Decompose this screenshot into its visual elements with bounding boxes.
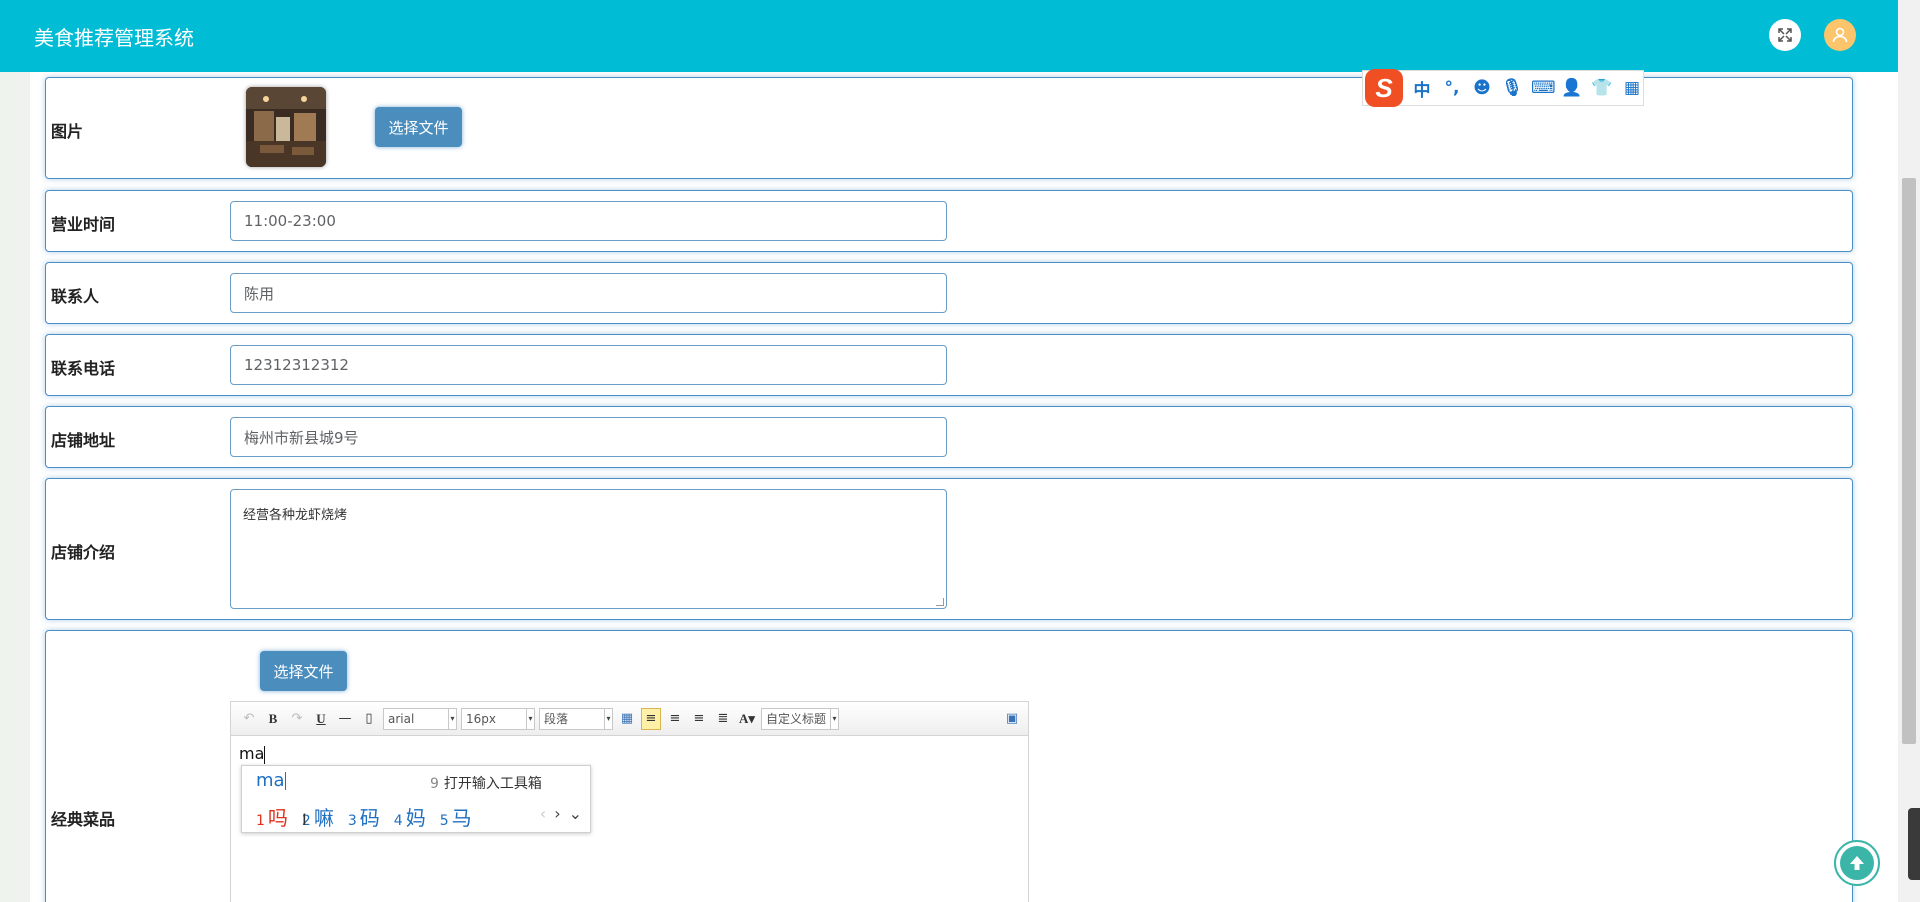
chevron-down-icon: ▾ <box>604 708 612 729</box>
hours-label: 营业时间 <box>51 215 116 234</box>
ime-mode-toggle[interactable]: 中 <box>1411 76 1433 101</box>
align-right-icon[interactable]: ≡ <box>665 708 685 730</box>
resize-handle[interactable] <box>936 598 944 606</box>
address-label: 店铺地址 <box>51 431 116 450</box>
font-family-value: arial <box>388 711 415 726</box>
custom-title-value: 自定义标题 <box>766 712 827 726</box>
align-justify-icon[interactable]: ≣ <box>713 708 733 730</box>
undo-icon[interactable]: ↶ <box>239 708 259 730</box>
ime-candidate[interactable]: 5马 <box>440 802 472 831</box>
ime-candidate-list: 1吗 2嘛 3码 4妈 5马 <box>256 802 486 831</box>
chevron-down-icon: ▾ <box>448 708 456 729</box>
editor-content: ma <box>239 744 265 763</box>
ime-caret <box>284 772 286 790</box>
intro-text: 经营各种龙虾烧烤 <box>243 508 348 523</box>
ime-candidate-panel: ma 9 打开输入工具箱 1吗 2嘛 3码 4妈 5马 ‹ › ⌄ <box>241 765 591 833</box>
align-left-icon[interactable]: ≡ <box>641 707 661 730</box>
font-size-select[interactable]: 16px ▾ <box>461 707 535 730</box>
custom-title-select[interactable]: 自定义标题 ▾ <box>761 707 839 730</box>
app-header: 美食推荐管理系统 <box>0 0 1898 72</box>
phone-label: 联系电话 <box>51 359 116 378</box>
text-caret <box>264 745 266 764</box>
form-row-hours: 营业时间 11:00-23:00 <box>45 190 1853 252</box>
paragraph-value: 段落 <box>544 712 569 726</box>
page-scrollbar[interactable] <box>1898 0 1920 902</box>
chevron-down-icon[interactable]: ⌄ <box>569 804 582 823</box>
table-icon[interactable]: ▦ <box>617 708 637 730</box>
user-icon <box>1832 27 1848 43</box>
emoji-icon[interactable]: ☻ <box>1471 78 1493 98</box>
phone-input[interactable]: 12312312312 <box>230 345 947 385</box>
sidebar-gutter <box>0 72 30 902</box>
ime-candidate[interactable]: 1吗 <box>256 802 288 831</box>
align-center-icon[interactable]: ≡ <box>689 708 709 730</box>
arrow-up-icon <box>1840 846 1874 880</box>
app-title: 美食推荐管理系统 <box>34 25 194 50</box>
mouse-ibeam-cursor: I <box>302 810 307 829</box>
horizontal-rule-icon[interactable]: — <box>335 708 355 730</box>
paragraph-select[interactable]: 段落 ▾ <box>539 707 613 730</box>
dishes-label: 经典菜品 <box>51 810 116 829</box>
hours-input[interactable]: 11:00-23:00 <box>230 201 947 241</box>
editor-toolbar: ↶ B ↷ U — ▯ arial ▾ 16px ▾ 段落 ▾ ▦ ≡ ≡ ≡ … <box>231 702 1028 736</box>
ime-candidate[interactable]: 3码 <box>348 802 380 831</box>
form-row-intro: 店铺介绍 经营各种龙虾烧烤 <box>45 478 1853 620</box>
microphone-icon[interactable]: 🎙 <box>1501 78 1523 98</box>
scrollbar-thumb[interactable] <box>1902 178 1916 744</box>
chevron-right-icon[interactable]: › <box>554 804 560 823</box>
back-to-top-button[interactable] <box>1834 840 1880 886</box>
bold-icon[interactable]: B <box>263 708 283 730</box>
document-icon[interactable]: ▯ <box>359 708 379 730</box>
preview-icon[interactable]: ▣ <box>1002 708 1022 730</box>
underline-icon[interactable]: U <box>311 708 331 730</box>
side-widget <box>1908 808 1920 880</box>
shop-image-thumbnail <box>246 87 326 167</box>
chevron-down-icon: ▾ <box>526 708 534 729</box>
expand-icon <box>1778 28 1792 42</box>
keyboard-icon[interactable]: ⌨ <box>1531 78 1556 98</box>
fullscreen-button[interactable] <box>1769 19 1801 51</box>
toolbox-grid-icon[interactable]: ▦ <box>1621 78 1643 98</box>
sogou-logo-icon[interactable]: S <box>1365 69 1403 107</box>
image-select-file-button[interactable]: 选择文件 <box>375 107 462 147</box>
intro-label: 店铺介绍 <box>51 543 116 562</box>
form-row-contact: 联系人 陈用 <box>45 262 1853 324</box>
ime-toolbox-link[interactable]: 9 打开输入工具箱 <box>430 773 542 793</box>
font-size-value: 16px <box>466 711 496 726</box>
chevron-left-icon[interactable]: ‹ <box>540 804 546 823</box>
user-lock-icon[interactable]: 👤 <box>1561 78 1583 98</box>
ime-composition: ma <box>256 770 286 791</box>
user-avatar-button[interactable] <box>1824 19 1856 51</box>
dishes-select-file-button[interactable]: 选择文件 <box>260 651 347 691</box>
address-input[interactable]: 梅州市新县城9号 <box>230 417 947 457</box>
ime-status-bar: S 中 °, ☻ 🎙 ⌨ 👤 👕 ▦ <box>1362 69 1644 107</box>
ime-page-nav: ‹ › ⌄ <box>540 804 582 823</box>
form-row-phone: 联系电话 12312312312 <box>45 334 1853 396</box>
image-label: 图片 <box>51 122 84 141</box>
ime-candidate[interactable]: 4妈 <box>394 802 426 831</box>
skin-shirt-icon[interactable]: 👕 <box>1591 78 1613 98</box>
font-family-select[interactable]: arial ▾ <box>383 707 457 730</box>
chevron-down-icon: ▾ <box>830 708 838 729</box>
font-color-icon[interactable]: A▾ <box>737 708 757 730</box>
ime-punctuation-toggle[interactable]: °, <box>1441 78 1463 98</box>
redo-icon[interactable]: ↷ <box>287 708 307 730</box>
contact-input[interactable]: 陈用 <box>230 273 947 313</box>
intro-textarea[interactable]: 经营各种龙虾烧烤 <box>230 489 947 609</box>
contact-label: 联系人 <box>51 287 100 306</box>
form-row-address: 店铺地址 梅州市新县城9号 <box>45 406 1853 468</box>
